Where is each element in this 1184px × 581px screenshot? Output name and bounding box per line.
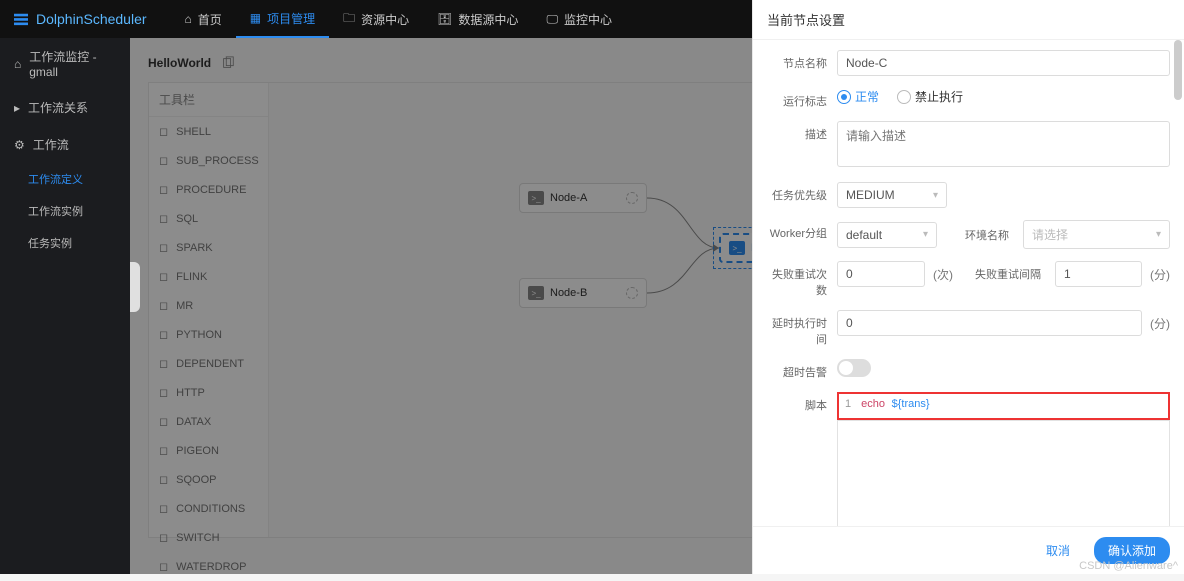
desc-input[interactable] bbox=[837, 121, 1170, 167]
sidebar-item-workflow[interactable]: ⚙工作流 bbox=[0, 126, 130, 163]
sidebar-sub-definition[interactable]: 工作流定义 bbox=[0, 163, 130, 195]
sidebar-collapse-handle[interactable] bbox=[130, 262, 140, 312]
nav-home[interactable]: ⌂首页 bbox=[171, 0, 236, 38]
retry-interval-input[interactable] bbox=[1055, 261, 1142, 287]
delay-input[interactable] bbox=[837, 310, 1142, 336]
label-script: 脚本 bbox=[767, 392, 837, 413]
label-timeout: 超时告警 bbox=[767, 359, 837, 380]
panel-title: 当前节点设置 bbox=[753, 0, 1184, 40]
priority-select[interactable]: MEDIUM▾ bbox=[837, 182, 947, 208]
label-priority: 任务优先级 bbox=[767, 182, 837, 203]
retry-count-input[interactable] bbox=[837, 261, 925, 287]
env-select[interactable]: 请选择▾ bbox=[1023, 220, 1170, 249]
label-delay: 延时执行时间 bbox=[767, 310, 837, 347]
label-desc: 描述 bbox=[767, 121, 837, 142]
script-body[interactable] bbox=[837, 420, 1170, 526]
label-run-flag: 运行标志 bbox=[767, 88, 837, 109]
cancel-button[interactable]: 取消 bbox=[1032, 537, 1084, 564]
radio-normal[interactable]: 正常 bbox=[837, 88, 879, 105]
script-editor[interactable]: 1echo ${trans} bbox=[837, 392, 1170, 420]
node-settings-panel: 当前节点设置 节点名称 运行标志 正常 禁止执行 描述 任务优先级 MEDIUM… bbox=[752, 0, 1184, 574]
watermark: CSDN @Alienware^ bbox=[1079, 560, 1178, 572]
sidebar-item-monitor[interactable]: ⌂工作流监控 - gmall bbox=[0, 38, 130, 89]
radio-forbid[interactable]: 禁止执行 bbox=[897, 88, 963, 105]
nav-datasource[interactable]: 🗄数据源中心 bbox=[423, 0, 532, 38]
timeout-switch[interactable] bbox=[837, 359, 871, 377]
label-retry-count: 失败重试次数 bbox=[767, 261, 837, 298]
label-node-name: 节点名称 bbox=[767, 50, 837, 71]
label-worker-group: Worker分组 bbox=[767, 220, 837, 241]
app-name: DolphinScheduler bbox=[36, 11, 147, 27]
label-retry-interval: 失败重试间隔 bbox=[961, 266, 1047, 282]
sidebar: ⌂工作流监控 - gmall ▸工作流关系 ⚙工作流 工作流定义 工作流实例 任… bbox=[0, 38, 130, 574]
nav-resource[interactable]: 🗀资源中心 bbox=[329, 0, 423, 38]
label-env: 环境名称 bbox=[945, 227, 1015, 243]
sidebar-item-relation[interactable]: ▸工作流关系 bbox=[0, 89, 130, 126]
node-name-input[interactable] bbox=[837, 50, 1170, 76]
nav-project[interactable]: ▦项目管理 bbox=[236, 0, 329, 38]
nav-monitor[interactable]: 🖵监控中心 bbox=[532, 0, 626, 38]
sidebar-sub-instance[interactable]: 工作流实例 bbox=[0, 195, 130, 227]
worker-group-select[interactable]: default▾ bbox=[837, 222, 937, 248]
sidebar-sub-task[interactable]: 任务实例 bbox=[0, 227, 130, 259]
logo-icon bbox=[12, 12, 30, 26]
panel-scrollbar[interactable] bbox=[1174, 40, 1182, 100]
app-logo: DolphinScheduler bbox=[12, 11, 147, 27]
